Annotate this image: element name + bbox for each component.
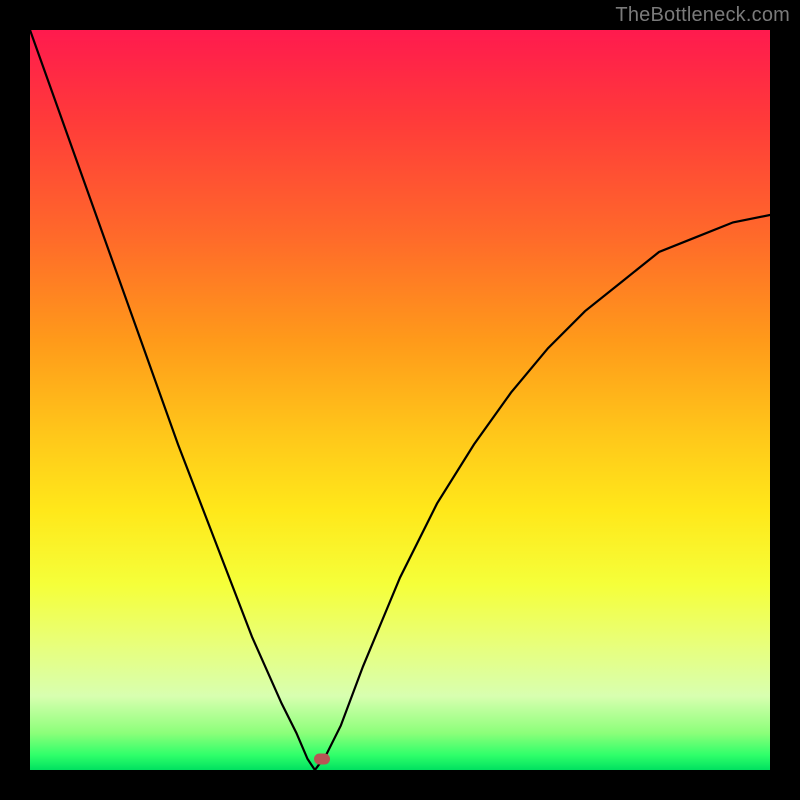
curve-svg	[30, 30, 770, 770]
bottleneck-curve	[30, 30, 770, 770]
watermark-text: TheBottleneck.com	[615, 4, 790, 27]
bottleneck-marker	[314, 753, 330, 764]
plot-area	[30, 30, 770, 770]
chart-frame: TheBottleneck.com	[0, 0, 800, 800]
